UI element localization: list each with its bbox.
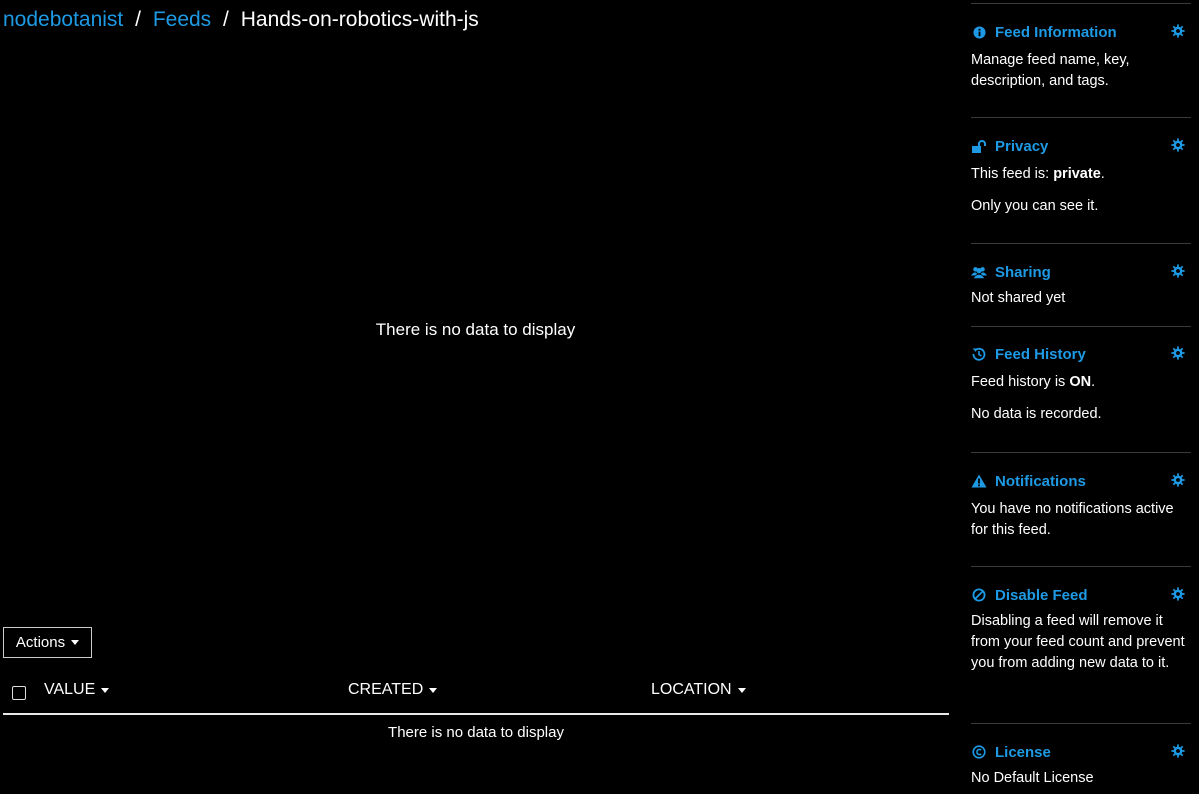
column-header-created[interactable]: CREATED bbox=[348, 681, 438, 699]
panel-title: Feed Information bbox=[995, 23, 1117, 41]
column-label: CREATED bbox=[348, 681, 424, 698]
panel-text: No data is recorded. bbox=[971, 406, 1102, 422]
gear-icon[interactable] bbox=[1171, 138, 1185, 152]
column-label: VALUE bbox=[44, 681, 96, 698]
privacy-status: This feed is: private. bbox=[971, 166, 1105, 182]
panel-text: Manage feed name, key, description, and … bbox=[971, 52, 1130, 89]
breadcrumb-current-feed: Hands-on-robotics-with-js bbox=[240, 8, 479, 31]
column-header-location[interactable]: LOCATION bbox=[651, 681, 746, 699]
breadcrumb-user-link[interactable]: nodebotanist bbox=[3, 8, 123, 31]
unlock-icon bbox=[971, 138, 987, 154]
history-value: ON bbox=[1069, 374, 1092, 390]
panel-text: Disabling a feed will remove it from you… bbox=[971, 613, 1185, 671]
gear-icon[interactable] bbox=[1171, 473, 1185, 487]
panel-title: Privacy bbox=[995, 137, 1049, 155]
breadcrumb: nodebotanist / Feeds / Hands-on-robotics… bbox=[3, 6, 479, 34]
panel-text: You have no notifications active for thi… bbox=[971, 501, 1174, 538]
panel-title: Notifications bbox=[995, 472, 1086, 490]
select-all-checkbox[interactable] bbox=[12, 686, 26, 700]
column-header-value[interactable]: VALUE bbox=[44, 681, 110, 699]
panel-disable-feed: Disable Feed Disabling a feed will remov… bbox=[971, 566, 1191, 674]
users-icon bbox=[971, 264, 987, 280]
caret-down-icon bbox=[429, 687, 438, 693]
panel-text: Not shared yet bbox=[971, 290, 1066, 306]
panel-header[interactable]: Disable Feed bbox=[971, 585, 1191, 605]
breadcrumb-feeds-link[interactable]: Feeds bbox=[153, 8, 211, 31]
caret-down-icon bbox=[737, 687, 746, 693]
gear-icon[interactable] bbox=[1171, 587, 1185, 601]
privacy-value: private bbox=[1053, 166, 1101, 182]
panel-sharing: Sharing Not shared yet bbox=[971, 243, 1191, 309]
caret-down-icon bbox=[101, 687, 110, 693]
panel-header[interactable]: Sharing bbox=[971, 262, 1191, 282]
ban-icon bbox=[971, 587, 987, 603]
history-status: Feed history is ON. bbox=[971, 374, 1096, 390]
panel-title: Disable Feed bbox=[995, 586, 1088, 604]
panel-feed-information: Feed Information Manage feed name, key, … bbox=[971, 3, 1191, 92]
panel-title: License bbox=[995, 743, 1051, 761]
warning-icon bbox=[971, 473, 987, 489]
breadcrumb-separator: / bbox=[135, 8, 141, 31]
gear-icon[interactable] bbox=[1171, 744, 1185, 758]
info-circle-icon bbox=[971, 24, 987, 40]
actions-dropdown-button[interactable]: Actions bbox=[3, 627, 92, 658]
gear-icon[interactable] bbox=[1171, 346, 1185, 360]
panel-feed-history: Feed History Feed history is ON. No data… bbox=[971, 326, 1191, 425]
panel-header[interactable]: Notifications bbox=[971, 471, 1191, 491]
panel-header[interactable]: Feed History bbox=[971, 344, 1191, 364]
column-label: LOCATION bbox=[651, 681, 732, 698]
panel-header[interactable]: Privacy bbox=[971, 136, 1191, 156]
panel-text: Only you can see it. bbox=[971, 198, 1099, 214]
panel-header[interactable]: License bbox=[971, 742, 1191, 762]
panel-text: No Default License bbox=[971, 770, 1094, 786]
panel-notifications: Notifications You have no notifications … bbox=[971, 452, 1191, 541]
chart-empty-message: There is no data to display bbox=[375, 320, 576, 339]
panel-title: Sharing bbox=[995, 263, 1051, 281]
caret-down-icon bbox=[71, 640, 80, 645]
data-table-header: VALUE CREATED LOCATION bbox=[3, 678, 949, 715]
actions-label: Actions bbox=[15, 634, 66, 651]
panel-header[interactable]: Feed Information bbox=[971, 22, 1191, 42]
breadcrumb-separator: / bbox=[223, 8, 229, 31]
gear-icon[interactable] bbox=[1171, 24, 1185, 38]
table-empty-message: There is no data to display bbox=[388, 724, 564, 741]
panel-license: License No Default License bbox=[971, 723, 1191, 789]
panel-privacy: Privacy This feed is: private. Only you … bbox=[971, 117, 1191, 217]
history-icon bbox=[971, 346, 987, 362]
gear-icon[interactable] bbox=[1171, 264, 1185, 278]
copyright-icon bbox=[971, 744, 987, 760]
panel-title: Feed History bbox=[995, 345, 1086, 363]
